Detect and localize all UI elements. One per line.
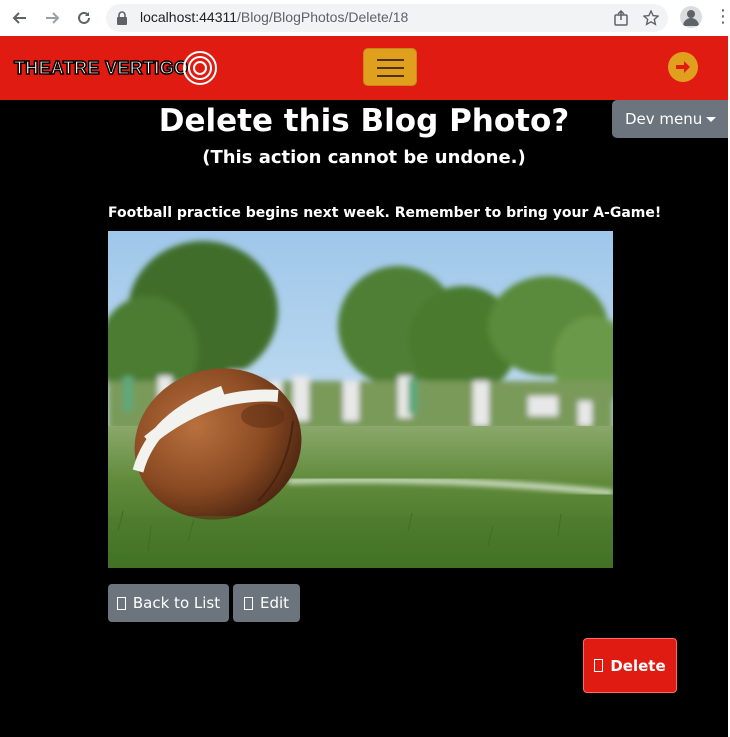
- reload-icon[interactable]: [72, 6, 96, 30]
- edit-icon: [243, 596, 253, 610]
- trash-icon: [594, 659, 604, 672]
- photo-caption: Football practice begins next week. Reme…: [108, 205, 662, 221]
- url-text: localhost:44311/Blog/BlogPhotos/Delete/1…: [140, 9, 408, 25]
- page-subtitle: (This action cannot be undone.): [202, 147, 526, 168]
- back-to-list-button[interactable]: Back to List: [108, 584, 229, 622]
- forward-arrow-icon[interactable]: [40, 6, 64, 30]
- hamburger-line: [377, 67, 404, 69]
- url-path: /Blog/BlogPhotos/Delete/18: [237, 9, 409, 25]
- share-icon[interactable]: [612, 9, 630, 27]
- back-arrow-icon[interactable]: [8, 6, 32, 30]
- caret-down-icon: [706, 117, 716, 122]
- blog-photo: [108, 231, 613, 568]
- navbar-toggle-button[interactable]: [363, 48, 417, 86]
- login-arrow-icon[interactable]: [668, 52, 698, 82]
- logo-text: THEATRE VERTIGO: [13, 57, 189, 79]
- address-bar[interactable]: localhost:44311/Blog/BlogPhotos/Delete/1…: [106, 4, 668, 32]
- dev-menu-label: Dev menu: [625, 110, 703, 128]
- delete-label: Delete: [610, 656, 666, 675]
- profile-avatar-icon[interactable]: [680, 6, 702, 28]
- more-menu-icon[interactable]: ⋮: [714, 7, 730, 29]
- back-to-list-label: Back to List: [132, 594, 221, 612]
- delete-button[interactable]: Delete: [583, 638, 677, 693]
- list-icon: [116, 596, 126, 610]
- bookmark-star-icon[interactable]: [642, 9, 660, 27]
- hamburger-line: [377, 59, 404, 61]
- edit-button[interactable]: Edit: [233, 584, 300, 622]
- dev-menu-dropdown[interactable]: Dev menu: [612, 100, 728, 138]
- logo-swirl-icon: [183, 51, 217, 85]
- lock-icon[interactable]: [116, 10, 128, 29]
- edit-label: Edit: [259, 594, 290, 612]
- browser-toolbar: localhost:44311/Blog/BlogPhotos/Delete/1…: [0, 0, 730, 36]
- theatre-vertigo-logo[interactable]: THEATRE VERTIGO: [13, 48, 218, 88]
- url-host: localhost:44311: [140, 9, 238, 25]
- hamburger-line: [377, 75, 404, 77]
